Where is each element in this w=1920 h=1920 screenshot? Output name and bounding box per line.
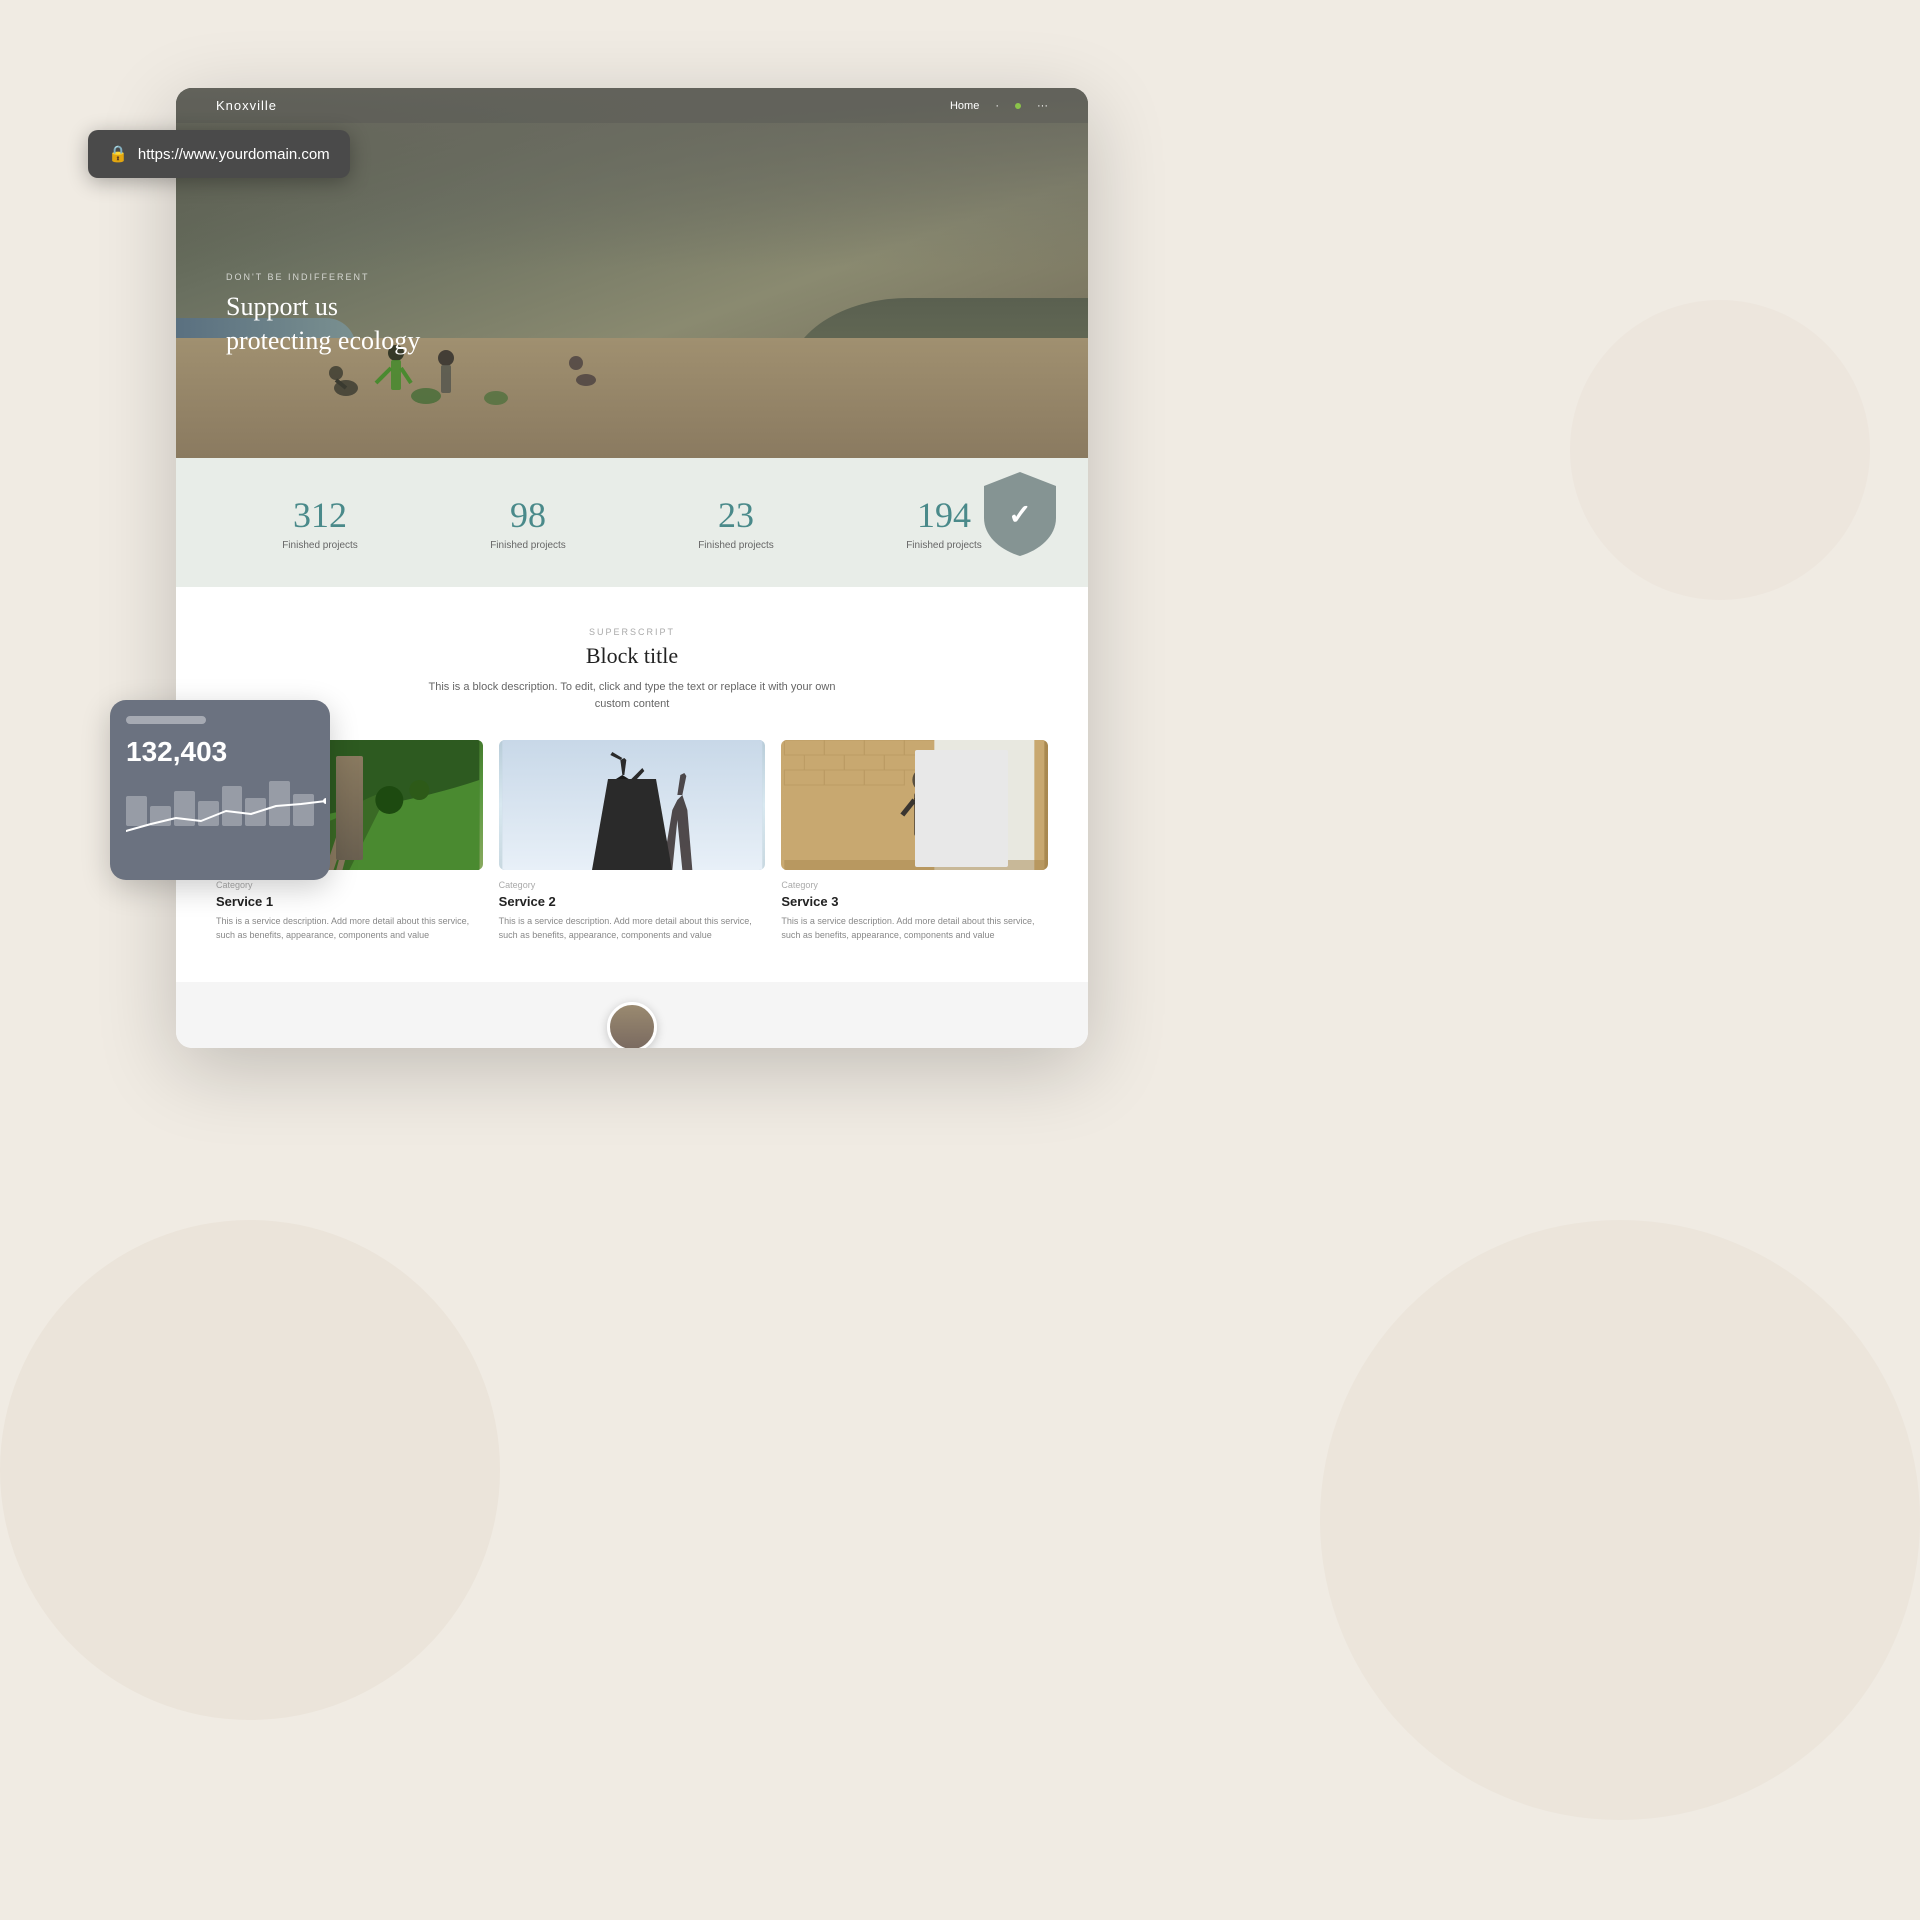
services-header: SUPERSCRIPT Block title This is a block …: [216, 627, 1048, 712]
service-image-2: [781, 740, 1048, 870]
nav-dot: [1015, 103, 1021, 109]
bg-shape-right: [1320, 1220, 1920, 1820]
site-nav: Knoxville Home · ···: [176, 88, 1088, 123]
service-description-0: This is a service description. Add more …: [216, 915, 483, 942]
stat-label-3: Finished projects: [906, 540, 982, 551]
avatar: [607, 1002, 657, 1048]
analytics-card: 132,403: [110, 700, 330, 880]
stat-label-2: Finished projects: [698, 540, 774, 551]
stat-item-2: 23 Finished projects: [698, 494, 774, 551]
service-name-2: Service 3: [781, 894, 1048, 909]
service-category-0: Category: [216, 880, 483, 890]
chart-area: [126, 776, 314, 856]
stats-section: 312 Finished projects 98 Finished projec…: [176, 458, 1088, 587]
shield-badge: ✓: [980, 468, 1060, 558]
service-name-1: Service 2: [499, 894, 766, 909]
service-category-2: Category: [781, 880, 1048, 890]
services-desc-line1: This is a block description. To edit, cl…: [429, 681, 836, 693]
analytics-number: 132,403: [126, 736, 314, 768]
nav-item2: ···: [1037, 100, 1048, 112]
stat-number-1: 98: [490, 494, 566, 536]
service-card-1: Category Service 2 This is a service des…: [499, 740, 766, 942]
service-category-1: Category: [499, 880, 766, 890]
nav-links: Home · ···: [950, 100, 1048, 112]
stat-item-3: 194 Finished projects: [906, 494, 982, 551]
stat-number-3: 194: [906, 494, 982, 536]
service-card-2: Category Service 3 This is a service des…: [781, 740, 1048, 942]
chart-line-svg: [126, 796, 326, 836]
service-image-1: [499, 740, 766, 870]
url-text: https://www.yourdomain.com: [138, 146, 330, 163]
hero-title: Support us protecting ecology: [226, 290, 420, 358]
nav-home[interactable]: Home: [950, 100, 979, 112]
services-description: This is a block description. To edit, cl…: [216, 679, 1048, 712]
svg-text:✓: ✓: [1008, 500, 1031, 531]
stat-number-0: 312: [282, 494, 358, 536]
service-name-0: Service 1: [216, 894, 483, 909]
services-superscript: SUPERSCRIPT: [216, 627, 1048, 637]
stat-label-0: Finished projects: [282, 540, 358, 551]
stat-number-2: 23: [698, 494, 774, 536]
stat-item-1: 98 Finished projects: [490, 494, 566, 551]
services-title: Block title: [216, 643, 1048, 669]
website-content: Knoxville Home · ···: [176, 88, 1088, 1048]
hero-text: DON'T BE INDIFFERENT Support us protecti…: [226, 272, 420, 358]
service-description-2: This is a service description. Add more …: [781, 915, 1048, 942]
services-desc-line2: custom content: [595, 698, 670, 710]
lock-icon: 🔒: [108, 144, 128, 164]
stat-label-1: Finished projects: [490, 540, 566, 551]
stat-item-0: 312 Finished projects: [282, 494, 358, 551]
hero-title-line2: protecting ecology: [226, 326, 420, 355]
avatar-section: [176, 982, 1088, 1048]
brand-name: Knoxville: [216, 98, 277, 113]
card-bar: [126, 716, 206, 724]
bg-shape-left: [0, 1220, 500, 1720]
url-bar[interactable]: 🔒 https://www.yourdomain.com: [88, 130, 350, 178]
hero-superscript: DON'T BE INDIFFERENT: [226, 272, 420, 282]
nav-item: ·: [995, 100, 999, 112]
hero-title-line1: Support us: [226, 292, 338, 321]
bg-shape-top-right: [1570, 300, 1870, 600]
browser-window: Knoxville Home · ···: [176, 88, 1088, 1048]
services-grid: Category Service 1 This is a service des…: [216, 740, 1048, 942]
service-description-1: This is a service description. Add more …: [499, 915, 766, 942]
